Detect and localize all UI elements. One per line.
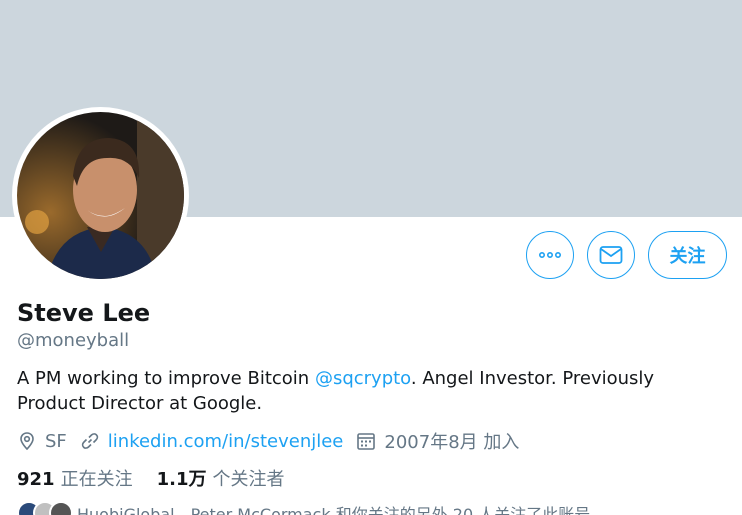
- profile-handle: @moneyball: [17, 330, 130, 351]
- website-link[interactable]: linkedin.com/in/stevenjlee: [108, 431, 344, 452]
- following-count: 921: [17, 469, 55, 490]
- profile-bio: A PM working to improve Bitcoin @sqcrypt…: [17, 366, 717, 416]
- location-icon: [20, 432, 34, 451]
- profile-stats: 921 正在关注 1.1万 个关注者: [17, 465, 308, 491]
- following-stat[interactable]: 921 正在关注: [17, 465, 133, 491]
- followers-you-know[interactable]: HuobiGlobal、Peter McCormack 和你关注的另外 20 人…: [17, 500, 590, 515]
- link-icon: [81, 433, 98, 449]
- more-button[interactable]: [526, 231, 574, 279]
- envelope-icon: [599, 246, 623, 264]
- bio-mention-link[interactable]: @sqcrypto: [315, 368, 411, 389]
- profile-meta: SF linkedin.com/in/stevenjlee 2007年8月 加入: [17, 428, 532, 454]
- follow-button[interactable]: 关注: [648, 231, 727, 279]
- follow-button-label: 关注: [669, 246, 706, 267]
- follower-avatar: [49, 501, 73, 515]
- profile-avatar[interactable]: [12, 107, 189, 284]
- followers-you-know-text: HuobiGlobal、Peter McCormack 和你关注的另外 20 人…: [77, 505, 591, 515]
- calendar-icon: [357, 433, 376, 450]
- followers-stat[interactable]: 1.1万 个关注者: [157, 465, 285, 491]
- joined-item: 2007年8月 加入: [356, 428, 519, 454]
- follower-avatars: [17, 501, 73, 515]
- followers-count: 1.1万: [156, 469, 207, 490]
- location-text: SF: [45, 430, 67, 452]
- message-button[interactable]: [587, 231, 635, 279]
- profile-name: Steve Lee: [17, 299, 151, 327]
- following-label: 正在关注: [60, 469, 133, 490]
- joined-text: 2007年8月 加入: [384, 432, 520, 453]
- avatar-photo: [17, 112, 184, 279]
- website-item: linkedin.com/in/stevenjlee: [80, 431, 344, 452]
- location-item: SF: [17, 431, 67, 452]
- more-icon: [538, 252, 561, 259]
- followers-label: 个关注者: [212, 469, 285, 490]
- bio-text-1: A PM working to improve Bitcoin: [17, 368, 315, 389]
